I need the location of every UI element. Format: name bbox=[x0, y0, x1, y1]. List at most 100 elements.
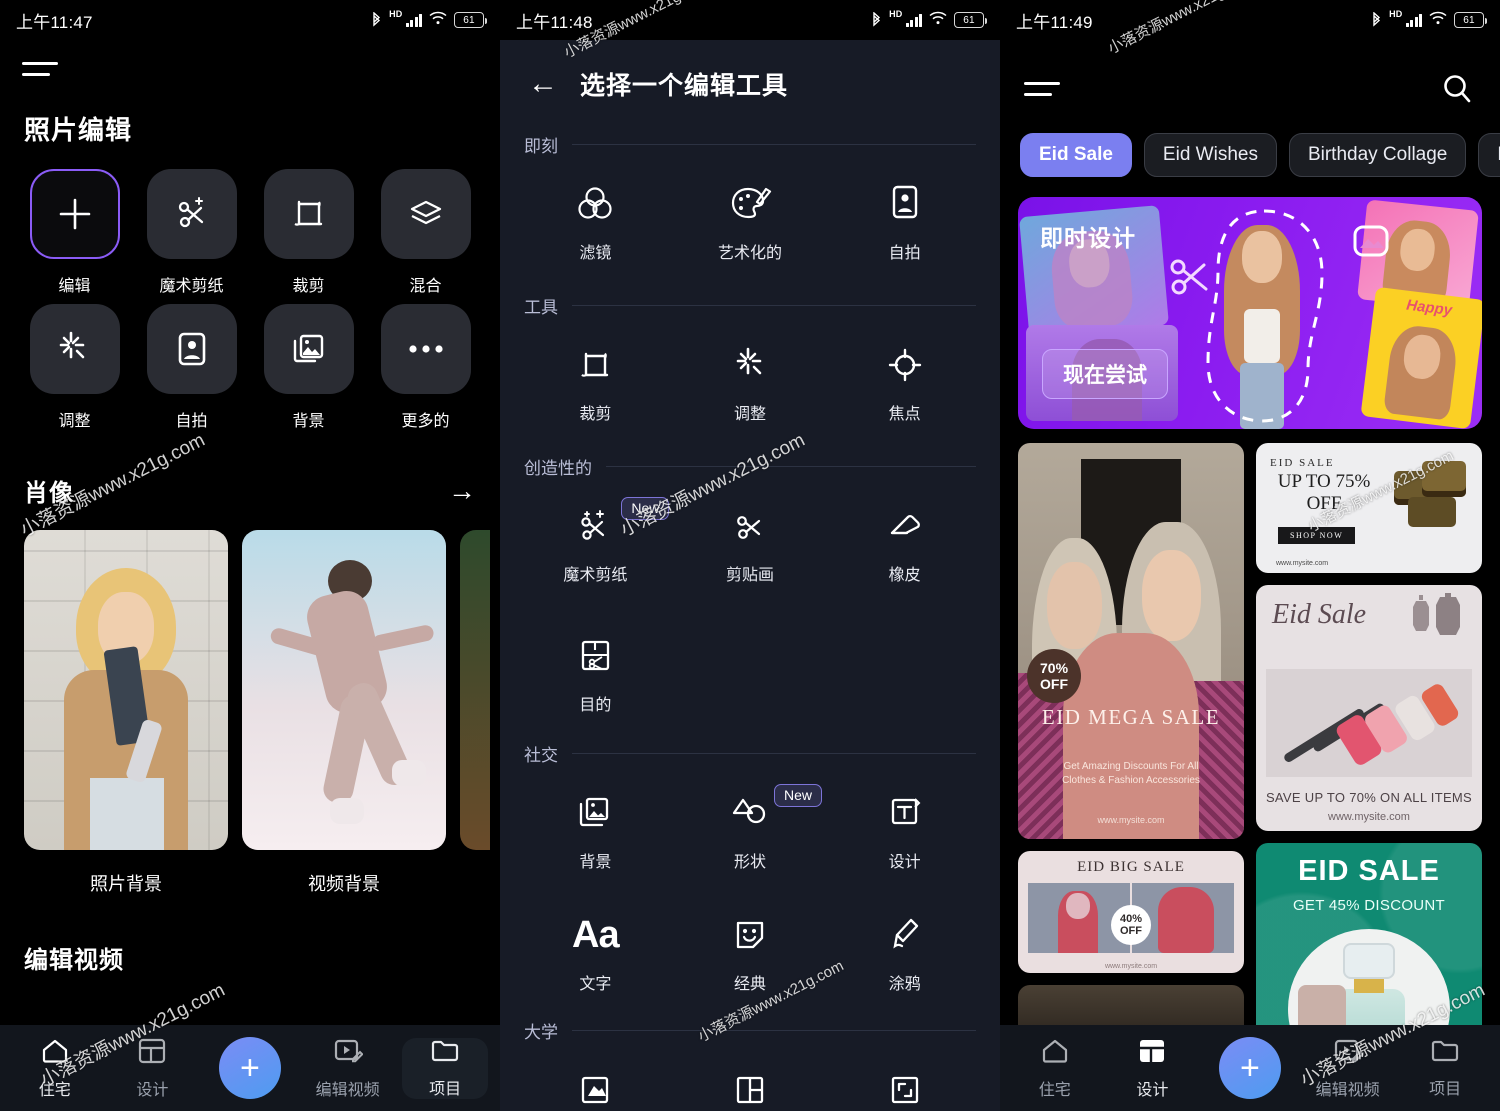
wifi-icon bbox=[429, 10, 447, 30]
banner-photo-yellow: Happy bbox=[1360, 286, 1482, 429]
list-item-partial[interactable] bbox=[460, 530, 490, 896]
crop-icon bbox=[574, 342, 616, 388]
nav-item-home[interactable]: 住宅 bbox=[1012, 1037, 1098, 1100]
shop-now-button[interactable]: SHOP NOW bbox=[1278, 527, 1356, 544]
new-badge: New bbox=[773, 784, 822, 807]
instant-design-banner[interactable]: Happy 即时设计 现在尝试 bbox=[1018, 197, 1482, 429]
signal-icon bbox=[1405, 13, 1422, 27]
tool-text[interactable]: Aa 文字 bbox=[518, 906, 673, 994]
group-title: 工具 bbox=[524, 298, 558, 317]
folder-icon bbox=[430, 1038, 460, 1069]
tool-adjust[interactable]: 调整 bbox=[673, 336, 828, 424]
tool-background[interactable]: 背景 bbox=[250, 304, 367, 431]
nav-item-projects[interactable]: 项目 bbox=[402, 1037, 489, 1099]
tab-birthday-collage[interactable]: Birthday Collage bbox=[1288, 133, 1467, 177]
background-icon bbox=[573, 790, 617, 836]
plus-fab-icon[interactable]: + bbox=[218, 1037, 281, 1099]
tool-clipart[interactable]: 剪贴画 bbox=[673, 497, 828, 585]
three-screen-collage: 上午11:47 HD 61 照片编辑 编辑 魔术剪纸 裁剪 混合 调整 自拍 背… bbox=[0, 0, 1500, 1111]
group-header-tools: 工具 bbox=[524, 293, 976, 318]
template-eid-mega-sale[interactable]: 70% OFF EID MEGA SALE Get Amazing Discou… bbox=[1018, 443, 1244, 839]
arrow-right-icon[interactable]: → bbox=[448, 476, 476, 505]
item-label: 经典 bbox=[733, 976, 766, 993]
scissors-icon bbox=[1170, 259, 1208, 295]
signal-icon bbox=[405, 13, 422, 27]
nav-item-edit-video[interactable]: 编辑视频 bbox=[1305, 1037, 1391, 1100]
group-items-collage: 自由式 格 框架 bbox=[518, 1061, 982, 1111]
tool-classic-sticker[interactable]: 经典 bbox=[673, 906, 828, 994]
card-caption: 照片背景 bbox=[90, 874, 162, 894]
tool-more[interactable]: 更多的 bbox=[367, 304, 484, 431]
template-eid-sale-perfume[interactable]: EID SALE GET 45% DISCOUNT bbox=[1256, 843, 1482, 1043]
template-heading: EID BIG SALE bbox=[1077, 859, 1185, 875]
nav-item-create[interactable]: + bbox=[207, 1037, 293, 1099]
tab-pro[interactable]: Pro bbox=[1478, 133, 1500, 177]
portrait-card-list: 照片背景 视频背景 bbox=[24, 530, 500, 896]
nav-item-edit-video[interactable]: 编辑视频 bbox=[305, 1037, 391, 1100]
tool-freestyle[interactable]: 自由式 bbox=[518, 1061, 673, 1111]
card-caption: 视频背景 bbox=[308, 874, 380, 894]
status-bar-2: 上午11:48 HD 61 bbox=[500, 0, 1000, 40]
grid-icon bbox=[729, 1067, 771, 1111]
template-eid-big-sale[interactable]: EID BIG SALE 40% OFF www.mysite.com bbox=[1018, 851, 1244, 973]
folder-icon bbox=[1430, 1038, 1460, 1069]
template-site: www.mysite.com bbox=[1328, 811, 1410, 823]
nav-item-home[interactable]: 住宅 bbox=[12, 1037, 98, 1100]
tool-focus[interactable]: 焦点 bbox=[827, 336, 982, 424]
back-arrow-icon[interactable]: ← bbox=[528, 69, 580, 99]
group-items-social: 背景 New 形状 设计 Aa 文字 经典 涂鸦 bbox=[518, 784, 982, 994]
try-now-button[interactable]: 现在尝试 bbox=[1042, 349, 1168, 399]
nav-item-design[interactable]: 设计 bbox=[109, 1037, 195, 1100]
tool-crop[interactable]: 裁剪 bbox=[250, 169, 367, 296]
tool-magic-cutout[interactable]: New 魔术剪纸 bbox=[518, 497, 673, 585]
tool-grid[interactable]: 格 bbox=[673, 1061, 828, 1111]
template-subtext: SAVE UP TO 70% ON ALL ITEMS bbox=[1265, 790, 1473, 805]
tool-blend[interactable]: 混合 bbox=[367, 169, 484, 296]
item-label: 目的 bbox=[579, 697, 612, 714]
list-item[interactable]: 视频背景 bbox=[242, 530, 446, 896]
tool-purpose[interactable]: 目的 bbox=[518, 627, 673, 715]
tool-design[interactable]: 设计 bbox=[827, 784, 982, 872]
template-subtext: Get Amazing Discounts For All Clothes & … bbox=[1062, 760, 1200, 786]
wifi-icon bbox=[929, 10, 947, 30]
group-header-creative: 创造性的 bbox=[524, 454, 976, 479]
template-eid-sale-75[interactable]: EID SALE UP TO 75% OFF SHOP NOW www.mysi… bbox=[1256, 443, 1482, 573]
status-bar-3: 上午11:49 HD 61 bbox=[1000, 0, 1500, 40]
tool-background[interactable]: 背景 bbox=[518, 784, 673, 872]
tool-crop[interactable]: 裁剪 bbox=[518, 336, 673, 424]
hamburger-icon[interactable] bbox=[1024, 81, 1060, 104]
hamburger-icon[interactable] bbox=[22, 62, 58, 76]
eraser-icon bbox=[883, 503, 927, 549]
nav-item-create[interactable]: + bbox=[1207, 1037, 1293, 1099]
search-icon[interactable] bbox=[1440, 72, 1474, 111]
tool-adjust[interactable]: 调整 bbox=[16, 304, 133, 431]
tool-artistic[interactable]: 艺术化的 bbox=[673, 175, 828, 263]
tab-eid-wishes[interactable]: Eid Wishes bbox=[1143, 133, 1277, 177]
nav-item-design[interactable]: 设计 bbox=[1109, 1037, 1195, 1100]
freestyle-icon bbox=[574, 1067, 616, 1111]
tool-filter[interactable]: 滤镜 bbox=[518, 175, 673, 263]
screen-templates: 上午11:49 HD 61 Eid Sale Eid Wishes Birthd… bbox=[1000, 0, 1500, 1111]
selfie-icon bbox=[146, 304, 237, 394]
nav-item-projects[interactable]: 项目 bbox=[1402, 1038, 1488, 1099]
edit-video-section-title: 编辑视频 bbox=[24, 947, 124, 974]
tool-edit[interactable]: 编辑 bbox=[16, 169, 133, 296]
tool-eraser[interactable]: 橡皮 bbox=[827, 497, 982, 585]
status-icons: HD 61 bbox=[1371, 9, 1487, 30]
aa-text-icon: Aa bbox=[572, 914, 620, 956]
design-icon bbox=[1138, 1037, 1166, 1070]
signal-icon bbox=[905, 13, 922, 27]
tool-shapes[interactable]: New 形状 bbox=[673, 784, 828, 872]
tool-doodle[interactable]: 涂鸦 bbox=[827, 906, 982, 994]
tool-frame[interactable]: 框架 bbox=[827, 1061, 982, 1111]
tab-eid-sale[interactable]: Eid Sale bbox=[1020, 133, 1132, 177]
status-bar-1: 上午11:47 HD 61 bbox=[0, 0, 500, 40]
status-icons: HD 61 bbox=[871, 9, 987, 30]
tool-selfie[interactable]: 自拍 bbox=[827, 175, 982, 263]
plus-fab-icon[interactable]: + bbox=[1218, 1037, 1281, 1099]
list-item[interactable]: 照片背景 bbox=[24, 530, 228, 896]
template-eid-sale-cosmetics[interactable]: Eid Sale SAVE UP TO 70% ON ALL ITEMS www… bbox=[1256, 585, 1482, 831]
purpose-icon bbox=[575, 633, 615, 679]
tool-selfie[interactable]: 自拍 bbox=[133, 304, 250, 431]
tool-magic-cutout[interactable]: 魔术剪纸 bbox=[133, 169, 250, 296]
